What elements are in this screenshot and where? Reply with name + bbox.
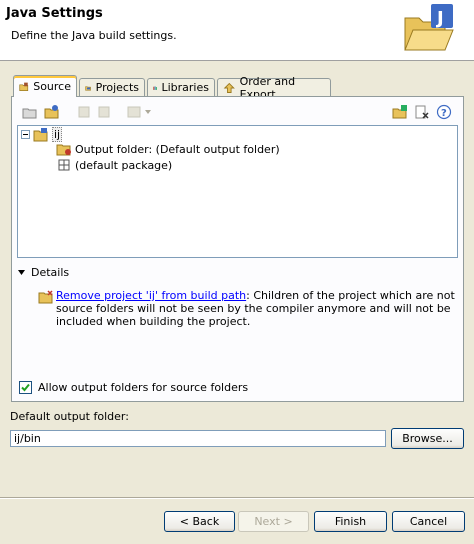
java-folder-icon: J [401, 4, 457, 56]
help-icon[interactable]: ? [435, 103, 453, 121]
tab-libraries[interactable]: Libraries [147, 78, 215, 96]
browse-button[interactable]: Browse... [391, 428, 464, 449]
projects-icon [85, 85, 91, 91]
svg-text:J: J [435, 8, 444, 29]
tab-projects[interactable]: Projects [79, 78, 145, 96]
output-folder-icon [56, 144, 71, 156]
remove-project-link[interactable]: Remove project 'ij' from build path [56, 289, 246, 302]
checkmark-icon [21, 383, 30, 392]
details-toggle[interactable]: Details [17, 266, 69, 279]
tree-root-ij[interactable]: ij [21, 127, 63, 142]
tab-libraries-label: Libraries [161, 81, 209, 94]
tree-item-output-folder-label: Output folder: (Default output folder) [75, 142, 280, 156]
tab-order-export[interactable]: Order and Export [217, 75, 331, 101]
source-folder-icon [19, 82, 29, 91]
edit-icon [75, 103, 93, 121]
collapse-icon[interactable] [21, 130, 30, 139]
tree-item-default-package-label: (default package) [75, 158, 173, 172]
remove-link-icon[interactable] [413, 103, 431, 121]
allow-output-folders-option[interactable]: Allow output folders for source folders [19, 381, 248, 394]
default-output-folder-label: Default output folder: [10, 410, 129, 423]
allow-output-folders-checkbox[interactable] [19, 381, 32, 394]
button-bar-separator [0, 497, 474, 499]
details-text: Remove project 'ij' from build path: Chi… [56, 289, 456, 328]
remove-icon [95, 103, 113, 121]
page-subtitle: Define the Java build settings. [11, 29, 177, 42]
remove-project-icon [38, 290, 54, 307]
allow-output-folders-label: Allow output folders for source folders [38, 381, 249, 394]
finish-button[interactable]: Finish [314, 511, 387, 532]
back-button[interactable]: < Back [164, 511, 235, 532]
next-button[interactable]: Next > [238, 511, 309, 532]
package-icon [58, 159, 70, 171]
tree-root-label: ij [52, 127, 63, 142]
order-export-icon [223, 82, 235, 93]
link-source-icon[interactable] [43, 103, 61, 121]
svg-text:?: ? [441, 108, 447, 119]
details-label: Details [31, 266, 70, 279]
tree-item-default-package[interactable]: (default package) [56, 158, 172, 172]
tab-source-label: Source [33, 80, 71, 93]
project-folder-icon [33, 127, 48, 141]
tree-item-output-folder[interactable]: Output folder: (Default output folder) [56, 142, 280, 156]
link-source-folder-icon[interactable] [391, 103, 409, 121]
libraries-icon [153, 85, 157, 90]
cancel-button[interactable]: Cancel [392, 511, 465, 532]
add-folder-icon[interactable] [21, 103, 39, 121]
source-tree: ij Output folder: (Default output folder… [17, 125, 458, 258]
triangle-down-icon [18, 270, 25, 275]
tab-projects-label: Projects [95, 81, 139, 94]
configure-dropdown-icon [125, 103, 155, 121]
page-title: Java Settings [6, 6, 103, 21]
default-output-folder-input[interactable] [10, 430, 386, 447]
tab-source[interactable]: Source [13, 75, 77, 97]
